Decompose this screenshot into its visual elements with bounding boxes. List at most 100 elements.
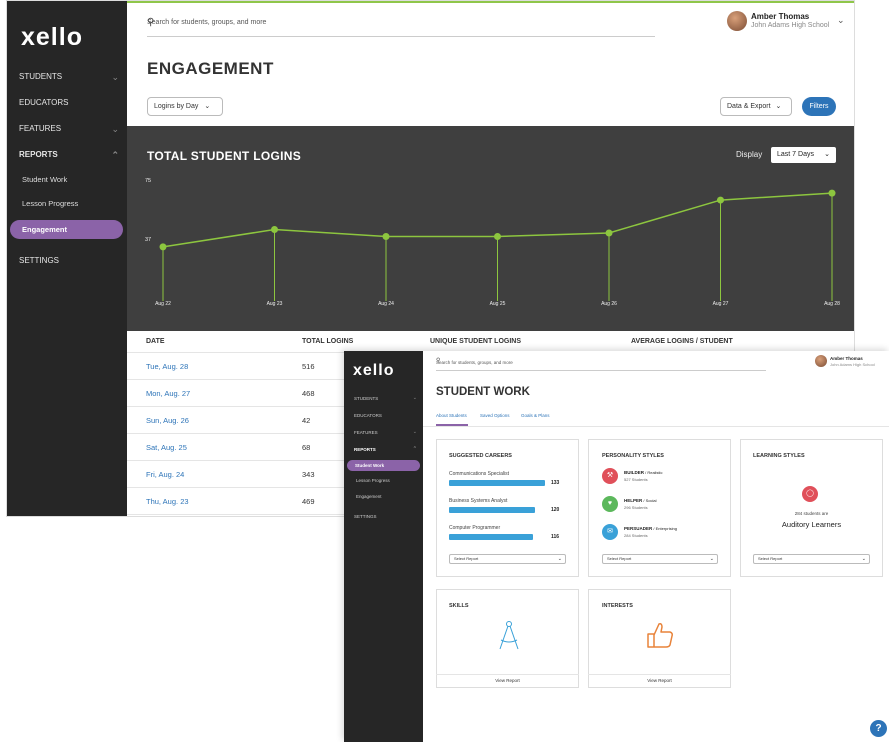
personality-name: PERSUADER / Enterprising [624,526,677,531]
select-report-dropdown[interactable]: Select Report ⌄ [449,554,566,564]
row-total: 68 [302,443,311,452]
personality-name: HELPER / Social [624,498,657,503]
nav-students[interactable]: STUDENTS ⌄ [344,390,423,407]
search-input[interactable]: Search for students, groups, and more ⚲ [147,17,655,37]
search-input[interactable]: Search for students, groups, and more ⚲ [436,357,766,371]
data-point[interactable] [382,232,390,240]
data-export-dropdown[interactable]: Data & Export ⌄ [720,97,792,116]
nav-reports[interactable]: REPORTS ⌃ [344,441,423,458]
personality-count: 284 Students [624,533,648,538]
search-icon[interactable]: ⚲ [436,357,763,364]
row-date[interactable]: Tue, Aug. 28 [146,362,188,371]
career-bar [449,534,533,540]
data-point[interactable] [494,232,501,240]
nav-engagement[interactable]: Engagement [10,220,123,239]
chevron-down-icon: ⌄ [412,429,417,435]
nav-educators-label: EDUCATORS [354,413,382,418]
personality-count: 527 Students [624,477,648,482]
row-date[interactable]: Sat, Aug. 25 [146,443,187,452]
data-point[interactable] [605,229,613,237]
compass-icon [499,621,519,650]
nav-lesson-progress[interactable]: Lesson Progress [344,473,423,488]
data-point[interactable] [717,196,724,204]
view-report-link[interactable]: View Report [436,678,579,683]
tab-goals-plans[interactable]: Goals & Plans [521,413,550,418]
row-date[interactable]: Fri, Aug. 24 [146,470,184,479]
data-point[interactable] [159,243,167,251]
nav-features[interactable]: FEATURES ⌄ [7,116,127,142]
builder-icon: ⚒ [602,468,618,484]
user-menu-chevron-icon[interactable]: ⌄ [837,15,845,26]
x-tick-label: Aug 28 [824,301,840,307]
nav-educators[interactable]: EDUCATORS [344,407,423,424]
card-title: SKILLS [449,603,469,609]
divider [436,674,579,675]
career-name: Communications Specialist [449,471,510,477]
chevron-down-icon: ⌄ [709,556,714,562]
chevron-down-icon: ⌄ [412,395,417,401]
page-title: ENGAGEMENT [147,59,274,78]
select-report-dropdown[interactable]: Select Report ⌄ [753,554,870,564]
top-accent-bar [127,1,854,3]
view-dropdown[interactable]: Logins by Day ⌄ [147,97,223,116]
search-icon[interactable]: ⚲ [147,17,649,28]
row-date[interactable]: Sun, Aug. 26 [146,416,189,425]
career-count: 116 [551,534,560,540]
helper-icon: ♥ [602,496,618,512]
nav-students-label: STUDENTS [354,396,379,401]
xello-logo[interactable]: xello [353,362,394,380]
col-header-average: AVERAGE LOGINS / STUDENT [631,338,733,345]
career-count: 133 [551,480,560,486]
personality-name: BUILDER / Realistic [624,470,663,475]
row-total: 42 [302,416,311,425]
chevron-down-icon: ⌄ [111,72,119,82]
row-date[interactable]: Thu, Aug. 23 [146,497,189,506]
help-button[interactable]: ? [870,720,887,737]
avatar[interactable] [727,11,747,31]
divider [588,674,731,675]
row-total: 469 [302,497,315,506]
tab-saved-options[interactable]: Saved Options [480,413,510,418]
view-report-link[interactable]: View Report [588,678,731,683]
user-name: Amber Thomas [830,356,863,361]
learning-line2: Auditory Learners [781,520,842,529]
nav-engagement[interactable]: Engagement [344,489,423,504]
card-title: INTERESTS [602,603,633,609]
nav-students[interactable]: STUDENTS ⌄ [7,64,127,90]
xello-logo[interactable]: xello [21,23,83,52]
nav-features[interactable]: FEATURES ⌄ [344,424,423,441]
page-title: STUDENT WORK [436,386,530,398]
student-work-window: xello STUDENTS ⌄ EDUCATORS FEATURES ⌄ REPO… [344,351,889,742]
nav-lesson-progress[interactable]: Lesson Progress [7,194,127,214]
thumbs-up-icon [647,623,673,648]
user-school: John Adams High School [751,22,830,29]
filters-button[interactable]: Filters [802,97,836,116]
nav-educators[interactable]: EDUCATORS [7,90,127,116]
chevron-up-icon: ⌃ [412,446,417,452]
select-report-dropdown[interactable]: Select Report ⌄ [602,554,718,564]
nav-settings[interactable]: SETTINGS [7,248,127,274]
nav-settings[interactable]: SETTINGS [344,508,423,525]
nav-reports[interactable]: REPORTS ⌃ [7,142,127,168]
tab-about-students[interactable]: About Students [436,413,467,418]
nav-educators-label: EDUCATORS [19,98,69,107]
x-tick-label: Aug 26 [601,301,617,307]
row-date[interactable]: Mon, Aug. 27 [146,389,190,398]
x-tick-label: Aug 24 [378,301,394,307]
nav-features-label: FEATURES [19,124,62,133]
divider [423,426,889,427]
col-header-date: DATE [146,338,165,345]
chevron-down-icon: ⌄ [775,103,782,110]
nav-features-label: FEATURES [354,430,378,435]
data-point[interactable] [828,189,836,197]
nav-student-work[interactable]: Student Work [347,460,420,471]
chevron-up-icon: ⌃ [111,150,119,160]
user-school: John Adams High School [830,362,875,367]
nav-settings-label: SETTINGS [19,256,60,265]
career-count: 120 [551,507,560,513]
chevron-down-icon: ⌄ [204,103,211,110]
nav-student-work[interactable]: Student Work [7,170,127,190]
avatar[interactable] [815,355,827,367]
data-point[interactable] [271,226,278,234]
nav-settings-label: SETTINGS [354,514,377,519]
